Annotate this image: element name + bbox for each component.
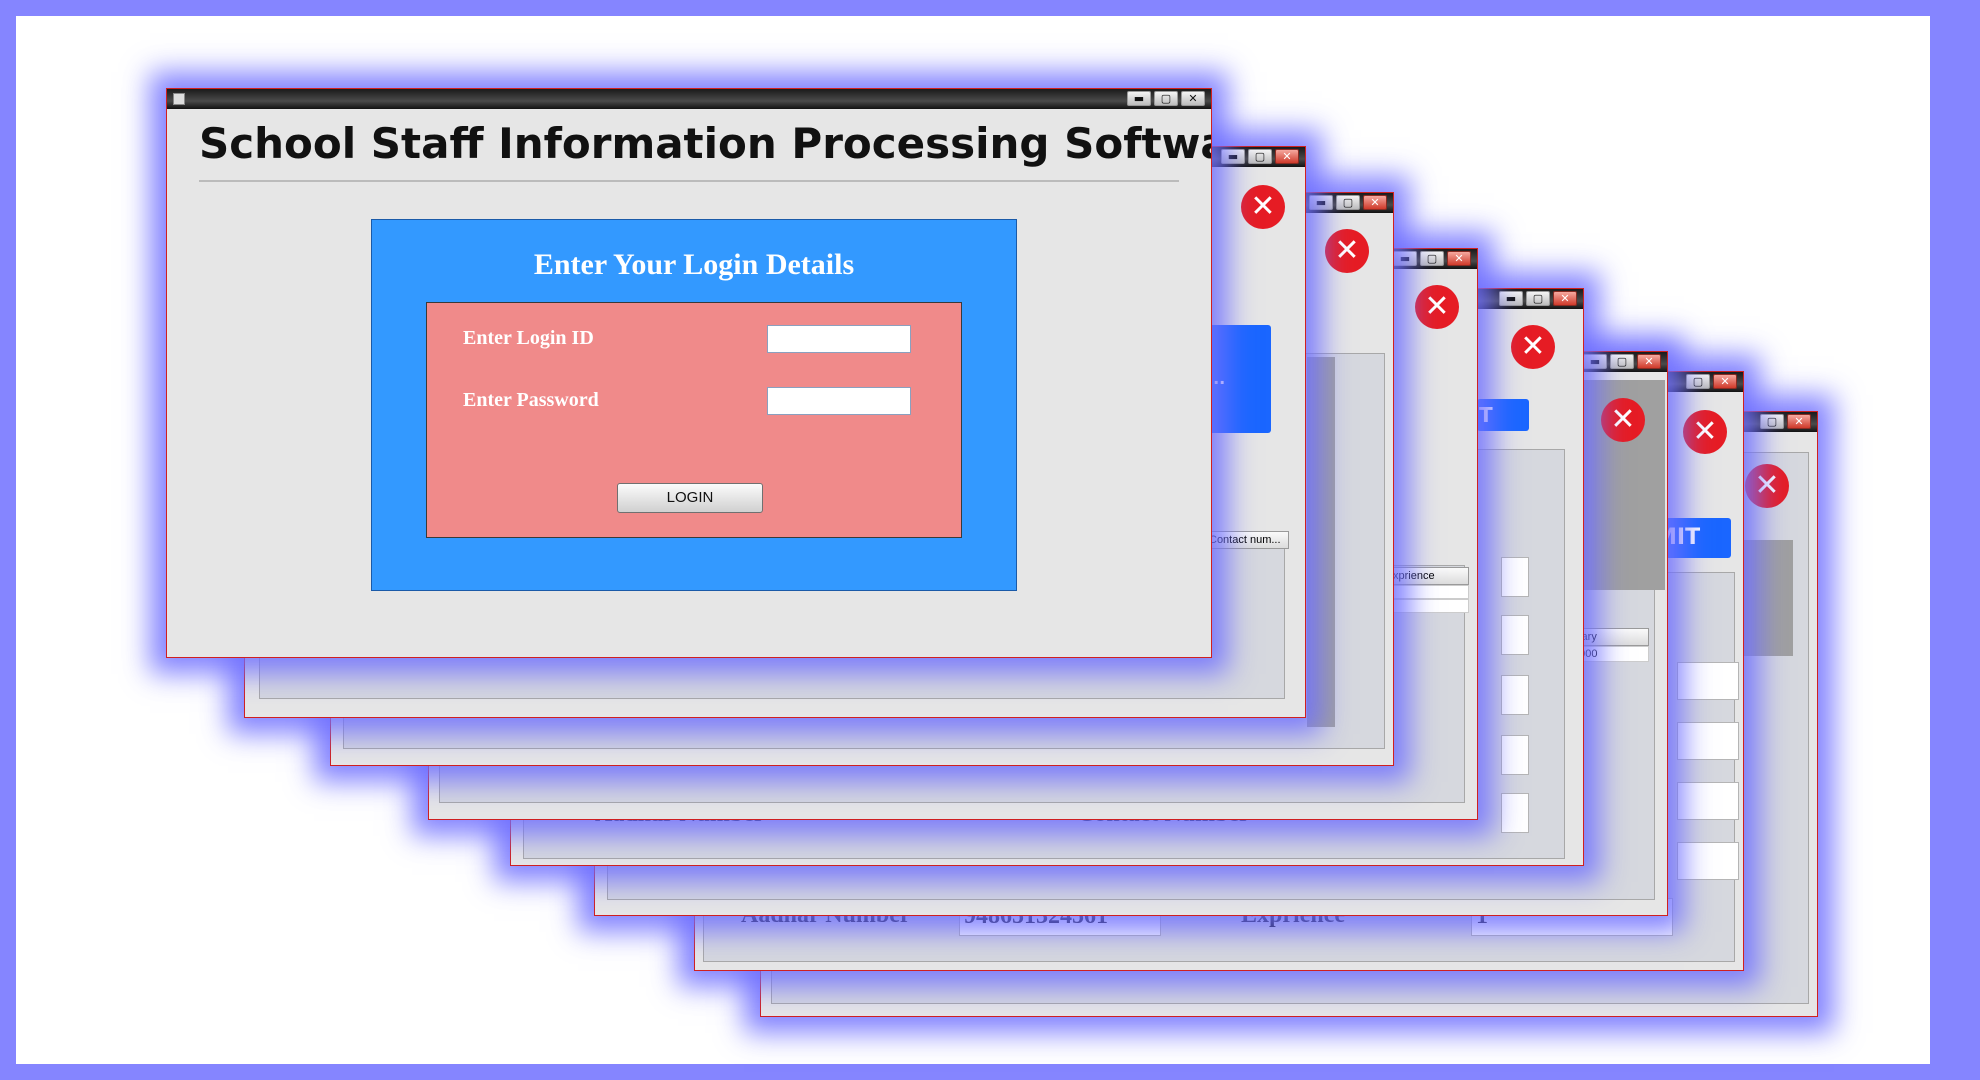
close-icon[interactable]: ✕ <box>1363 195 1387 210</box>
title-bar: ▬ ▢ ✕ <box>167 89 1211 109</box>
text-field[interactable] <box>1501 557 1529 597</box>
close-icon[interactable]: ✕ <box>1637 354 1661 369</box>
close-icon[interactable]: ✕ <box>1713 374 1737 389</box>
close-icon[interactable]: ✕ <box>1447 251 1471 266</box>
submit-button[interactable]: T <box>1477 399 1529 431</box>
text-field[interactable] <box>1677 842 1739 880</box>
minimize-icon[interactable]: ▬ <box>1221 149 1245 164</box>
maximize-icon[interactable]: ▢ <box>1248 149 1272 164</box>
table-header[interactable]: xprience <box>1389 567 1469 585</box>
minimize-icon[interactable]: ▬ <box>1393 251 1417 266</box>
close-circle-icon[interactable]: ✕ <box>1415 285 1459 329</box>
maximize-icon[interactable]: ▢ <box>1154 91 1178 106</box>
close-circle-icon[interactable]: ✕ <box>1241 185 1285 229</box>
close-circle-icon[interactable]: ✕ <box>1325 229 1369 273</box>
table-cell <box>1389 599 1469 613</box>
maximize-icon[interactable]: ▢ <box>1420 251 1444 266</box>
app-title: School Staff Information Processing Soft… <box>199 119 1212 168</box>
maximize-icon[interactable]: ▢ <box>1526 291 1550 306</box>
minimize-icon[interactable]: ▬ <box>1309 195 1333 210</box>
close-icon[interactable]: ✕ <box>1787 414 1811 429</box>
text-field[interactable] <box>1501 735 1529 775</box>
login-id-input[interactable] <box>767 325 911 353</box>
close-circle-icon[interactable]: ✕ <box>1511 325 1555 369</box>
login-window: ▬ ▢ ✕ School Staff Information Processin… <box>166 88 1212 658</box>
text-field[interactable] <box>1677 782 1739 820</box>
login-id-label: Enter Login ID <box>463 327 594 349</box>
minimize-icon[interactable]: ▬ <box>1127 91 1151 106</box>
maximize-icon[interactable]: ▢ <box>1336 195 1360 210</box>
login-button[interactable]: LOGIN <box>617 483 763 513</box>
text-field[interactable] <box>1501 675 1529 715</box>
maximize-icon[interactable]: ▢ <box>1610 354 1634 369</box>
maximize-icon[interactable]: ▢ <box>1760 414 1784 429</box>
close-icon[interactable]: ✕ <box>1181 91 1205 106</box>
login-panel: Enter Your Login Details Enter Login ID … <box>371 219 1017 591</box>
text-field[interactable] <box>1677 722 1739 760</box>
maximize-icon[interactable]: ▢ <box>1686 374 1710 389</box>
java-app-icon <box>173 93 185 105</box>
text-field[interactable] <box>1677 662 1739 700</box>
password-label: Enter Password <box>463 389 599 411</box>
close-circle-icon[interactable]: ✕ <box>1683 410 1727 454</box>
close-icon[interactable]: ✕ <box>1553 291 1577 306</box>
login-heading: Enter Your Login Details <box>533 248 855 281</box>
text-field[interactable] <box>1501 615 1529 655</box>
login-form: Enter Login ID Enter Password LOGIN <box>426 302 962 538</box>
close-circle-icon[interactable]: ✕ <box>1601 398 1645 442</box>
gray-panel <box>1307 357 1335 727</box>
close-circle-icon[interactable]: ✕ <box>1745 464 1789 508</box>
table-cell <box>1389 585 1469 599</box>
minimize-icon[interactable]: ▬ <box>1499 291 1523 306</box>
password-input[interactable] <box>767 387 911 415</box>
close-icon[interactable]: ✕ <box>1275 149 1299 164</box>
text-field[interactable] <box>1501 793 1529 833</box>
desktop-canvas: ▢ ✕ ✕ ▢ ✕ MIT Aadhar Number 948651324561… <box>16 16 1930 1064</box>
minimize-icon[interactable]: ▬ <box>1583 354 1607 369</box>
table-header[interactable]: Contact num... <box>1205 531 1289 549</box>
title-divider <box>199 180 1179 182</box>
